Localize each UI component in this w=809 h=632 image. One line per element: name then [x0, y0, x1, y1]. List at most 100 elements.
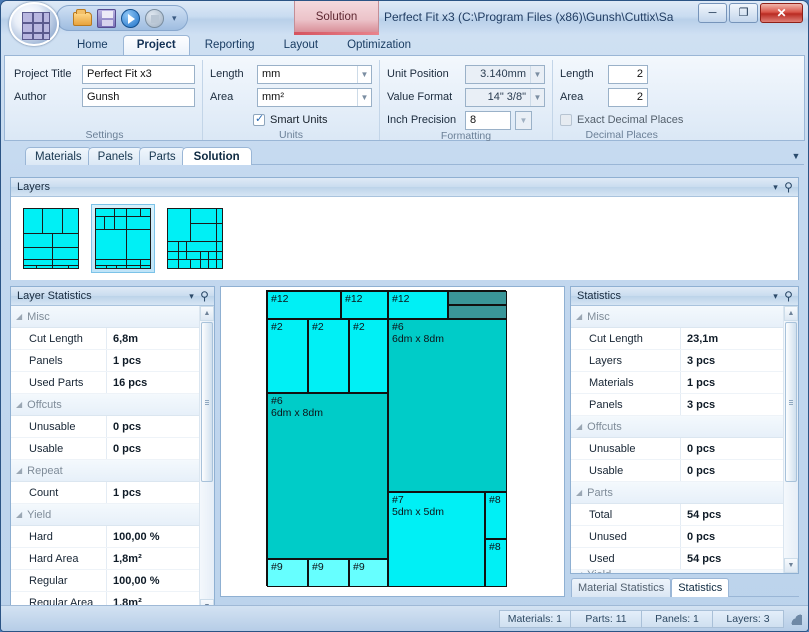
- statistics-scrollbar[interactable]: ▲ ▼: [783, 306, 798, 573]
- expander-icon[interactable]: ◢: [576, 570, 582, 573]
- scroll-down-icon[interactable]: ▼: [784, 558, 798, 573]
- scroll-up-icon[interactable]: ▲: [200, 306, 214, 321]
- unit-position-combo[interactable]: 3.140mm ▼: [465, 64, 545, 84]
- layout-part[interactable]: #2: [308, 319, 349, 393]
- tab-materials[interactable]: Materials: [25, 147, 92, 165]
- layer-statistics-scrollbar[interactable]: ▲ ▼: [199, 306, 214, 614]
- layout-part[interactable]: #12: [388, 291, 448, 319]
- layer-statistics-pin-icon[interactable]: ⚲: [198, 289, 211, 303]
- table-row[interactable]: Unusable 0 pcs: [11, 416, 199, 438]
- statistics-pin-icon[interactable]: ⚲: [782, 289, 795, 303]
- group-row[interactable]: ◢ Misc: [571, 306, 783, 328]
- table-row[interactable]: Unusable 0 pcs: [571, 438, 783, 460]
- scrollbar-thumb[interactable]: [201, 322, 213, 482]
- author-input[interactable]: Gunsh: [82, 87, 195, 107]
- layers-pin-icon[interactable]: ⚲: [782, 180, 795, 194]
- ribbon-tab-home[interactable]: Home: [63, 35, 122, 55]
- table-row[interactable]: Cut Length 23,1m: [571, 328, 783, 350]
- layout-part[interactable]: #8: [485, 539, 507, 587]
- run-icon[interactable]: [121, 8, 140, 28]
- customize-qat-icon[interactable]: ▾: [172, 13, 177, 24]
- close-button[interactable]: ✕: [760, 3, 803, 23]
- cutting-layout-diagram[interactable]: #12 #12 #12 #2 #2 #2 #6 6dm x 8dm #6 6dm x 8dm #7 5…: [220, 286, 565, 597]
- inch-precision-spinner[interactable]: ▼: [515, 110, 532, 130]
- layout-part[interactable]: #9: [349, 559, 388, 587]
- layer-statistics-collapse-icon[interactable]: ▾: [185, 291, 198, 302]
- layer-thumbnail-2[interactable]: [91, 204, 155, 273]
- table-row[interactable]: Hard 100,00 %: [11, 526, 199, 548]
- table-row[interactable]: Used Parts 16 pcs: [11, 372, 199, 394]
- layout-part[interactable]: #7 5dm x 5dm: [388, 492, 485, 587]
- open-icon[interactable]: [73, 9, 92, 26]
- checkbox-smart-units[interactable]: Smart Units: [210, 110, 372, 129]
- units-area-combo[interactable]: mm² ▼: [257, 87, 372, 107]
- table-row[interactable]: Layers 3 pcs: [571, 350, 783, 372]
- table-row[interactable]: Total 54 pcs: [571, 504, 783, 526]
- tab-material-statistics[interactable]: Material Statistics: [571, 578, 672, 597]
- document-tab-overflow-icon[interactable]: ▼: [788, 147, 804, 165]
- units-length-combo[interactable]: mm ▼: [257, 64, 372, 84]
- table-row[interactable]: Usable 0 pcs: [571, 460, 783, 482]
- statistics-collapse-icon[interactable]: ▾: [769, 291, 782, 302]
- table-row[interactable]: Used 54 pcs: [571, 548, 783, 570]
- layout-part[interactable]: #6 6dm x 8dm: [267, 393, 388, 559]
- expander-icon[interactable]: ◢: [16, 466, 22, 475]
- expander-icon[interactable]: ◢: [576, 312, 582, 321]
- inch-precision-combo[interactable]: 8: [465, 110, 511, 130]
- stop-icon[interactable]: [145, 8, 164, 28]
- expander-icon[interactable]: ◢: [576, 488, 582, 497]
- layout-part[interactable]: #2: [349, 319, 388, 393]
- table-row[interactable]: Panels 3 pcs: [571, 394, 783, 416]
- table-row[interactable]: Usable 0 pcs: [11, 438, 199, 460]
- table-row[interactable]: Regular 100,00 %: [11, 570, 199, 592]
- ribbon-tab-optimization[interactable]: Optimization: [333, 35, 425, 55]
- layer-thumbnail-3[interactable]: [163, 204, 227, 273]
- table-row[interactable]: Panels 1 pcs: [11, 350, 199, 372]
- layout-part[interactable]: #12: [341, 291, 388, 319]
- smart-units-checkbox-icon[interactable]: [253, 112, 265, 126]
- application-menu-orb[interactable]: [9, 2, 59, 46]
- save-icon[interactable]: [97, 8, 116, 28]
- table-row[interactable]: Cut Length 6,8m: [11, 328, 199, 350]
- scroll-up-icon[interactable]: ▲: [784, 306, 798, 321]
- tab-statistics[interactable]: Statistics: [671, 578, 730, 597]
- group-row[interactable]: ◢ Yield: [11, 504, 199, 526]
- group-row[interactable]: ◢ Parts: [571, 482, 783, 504]
- table-row[interactable]: Unused 0 pcs: [571, 526, 783, 548]
- group-row[interactable]: ◢ Yield: [571, 570, 783, 573]
- group-row[interactable]: ◢ Repeat: [11, 460, 199, 482]
- maximize-button[interactable]: ❐: [729, 3, 758, 23]
- tab-panels[interactable]: Panels: [87, 147, 143, 165]
- layout-offcut[interactable]: [448, 291, 507, 305]
- decimal-area-input[interactable]: 2: [608, 87, 648, 107]
- group-row[interactable]: ◢ Misc: [11, 306, 199, 328]
- scrollbar-thumb[interactable]: [785, 322, 797, 482]
- tab-solution[interactable]: Solution: [181, 147, 252, 165]
- table-row[interactable]: Count 1 pcs: [11, 482, 199, 504]
- expander-icon[interactable]: ◢: [16, 510, 22, 519]
- resize-grip-icon[interactable]: [788, 611, 804, 627]
- expander-icon[interactable]: ◢: [16, 400, 22, 409]
- layout-part[interactable]: #9: [308, 559, 349, 587]
- ribbon-tab-reporting[interactable]: Reporting: [191, 35, 269, 55]
- layout-offcut[interactable]: [448, 305, 507, 319]
- table-row[interactable]: Materials 1 pcs: [571, 372, 783, 394]
- value-format-combo[interactable]: 14" 3/8" ▼: [465, 87, 545, 107]
- expander-icon[interactable]: ◢: [576, 422, 582, 431]
- group-row[interactable]: ◢ Offcuts: [571, 416, 783, 438]
- group-row[interactable]: ◢ Offcuts: [11, 394, 199, 416]
- table-row[interactable]: Hard Area 1,8m²: [11, 548, 199, 570]
- layer-thumbnail-1[interactable]: [19, 204, 83, 273]
- expander-icon[interactable]: ◢: [16, 312, 22, 321]
- tab-parts[interactable]: Parts: [138, 147, 186, 165]
- layout-part[interactable]: #2: [267, 319, 308, 393]
- layout-part[interactable]: #9: [267, 559, 308, 587]
- layout-part[interactable]: #6 6dm x 8dm: [388, 319, 507, 492]
- project-title-input[interactable]: Perfect Fit x3: [82, 64, 195, 84]
- exact-decimal-places-checkbox-icon[interactable]: [560, 113, 572, 126]
- layout-part[interactable]: #12: [267, 291, 341, 319]
- ribbon-tab-project[interactable]: Project: [122, 35, 190, 55]
- checkbox-exact-decimal-places[interactable]: Exact Decimal Places: [560, 110, 683, 129]
- ribbon-tab-layout[interactable]: Layout: [270, 35, 333, 55]
- layers-collapse-icon[interactable]: ▾: [769, 182, 782, 193]
